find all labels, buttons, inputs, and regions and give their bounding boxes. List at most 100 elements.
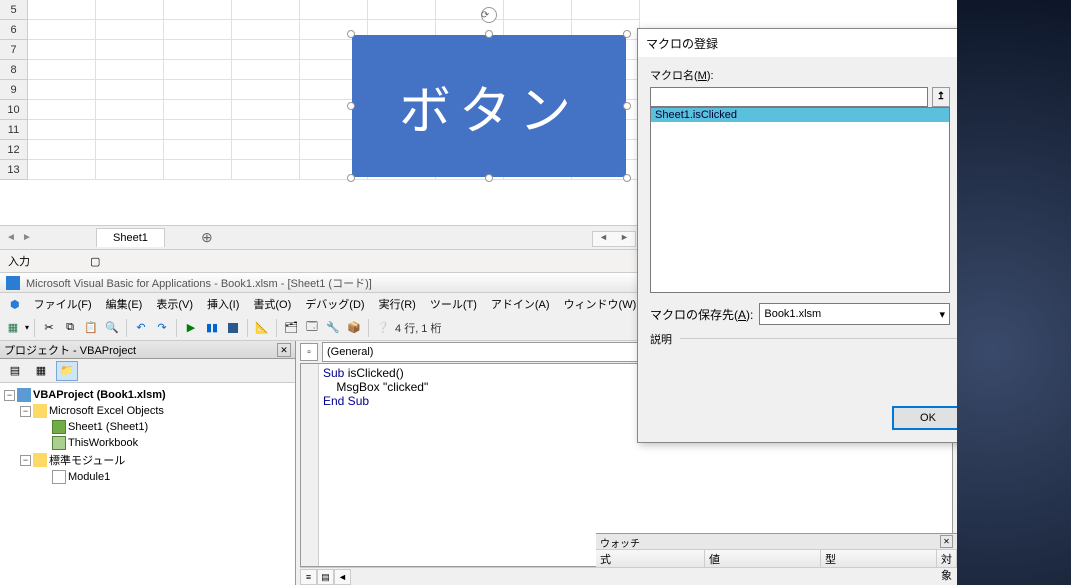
- menu-run[interactable]: 実行(R): [373, 294, 422, 314]
- sheet-tabs-bar: ◄ ► Sheet1 ⊕ ◄►: [0, 225, 640, 249]
- resize-handle[interactable]: [485, 174, 493, 182]
- tree-module1[interactable]: Module1: [68, 471, 110, 483]
- row-header-11[interactable]: 11: [0, 120, 28, 140]
- resize-handle[interactable]: [623, 102, 631, 110]
- add-sheet-button[interactable]: ⊕: [195, 226, 219, 250]
- macro-list-item[interactable]: Sheet1.isClicked: [651, 108, 949, 122]
- mode-label: 入力: [8, 253, 30, 269]
- tree-collapse-icon[interactable]: −: [20, 406, 31, 417]
- object-browser-icon[interactable]: 🔧: [324, 319, 342, 337]
- excel-icon[interactable]: ▦: [4, 319, 22, 337]
- row-header-10[interactable]: 10: [0, 100, 28, 120]
- chevron-down-icon: ▾: [939, 308, 945, 321]
- tree-collapse-icon[interactable]: −: [20, 455, 31, 466]
- scroll-left-icon[interactable]: ◄: [334, 569, 351, 585]
- watch-col-expr[interactable]: 式: [596, 550, 705, 567]
- properties-icon[interactable]: 🗔: [303, 319, 321, 337]
- workbook-icon: [52, 436, 66, 450]
- dialog-title-text: マクロの登録: [646, 35, 718, 52]
- menu-addin[interactable]: アドイン(A): [485, 294, 556, 314]
- toolbox-icon[interactable]: 📦: [345, 319, 363, 337]
- macro-record-icon[interactable]: ▢: [90, 255, 100, 268]
- tree-root[interactable]: VBAProject (Book1.xlsm): [33, 389, 166, 401]
- toggle-folders-icon[interactable]: 📁: [56, 361, 78, 381]
- sheet-tab-sheet1[interactable]: Sheet1: [96, 228, 165, 247]
- undo-icon[interactable]: ↶: [132, 319, 150, 337]
- view-code-icon[interactable]: ▤: [4, 361, 26, 381]
- project-icon: [17, 388, 31, 402]
- menu-insert[interactable]: 挿入(I): [201, 294, 245, 314]
- excel-worksheet: 5 6 7 8 9 10 11 12 13 ボタン ⟳: [0, 0, 640, 245]
- restore-window-icon[interactable]: ▫: [300, 343, 318, 361]
- resize-handle[interactable]: [623, 30, 631, 38]
- code-text[interactable]: Sub isClicked() MsgBox "clicked" End Sub: [323, 366, 428, 408]
- watch-headers: 式 値 型 対象: [596, 550, 957, 568]
- project-tree[interactable]: −VBAProject (Book1.xlsm) −Microsoft Exce…: [0, 383, 295, 585]
- project-close-button[interactable]: ✕: [277, 343, 291, 357]
- macro-name-input[interactable]: [650, 87, 928, 107]
- redo-icon[interactable]: ↷: [153, 319, 171, 337]
- module-icon: [52, 470, 66, 484]
- project-explorer-title: プロジェクト - VBAProject ✕: [0, 341, 295, 359]
- macro-list[interactable]: Sheet1.isClicked: [650, 107, 950, 293]
- watch-col-context[interactable]: 対象: [937, 550, 957, 567]
- paste-icon[interactable]: 📋: [82, 319, 100, 337]
- macro-save-label: マクロの保存先(A):: [650, 306, 753, 323]
- help-icon[interactable]: ❔: [374, 319, 392, 337]
- find-icon[interactable]: 🔍: [103, 319, 121, 337]
- tree-sheet1[interactable]: Sheet1 (Sheet1): [68, 421, 148, 433]
- tab-nav-next-icon[interactable]: ►: [22, 232, 34, 244]
- rotate-handle-icon[interactable]: ⟳: [481, 7, 497, 23]
- watch-close-button[interactable]: ✕: [940, 535, 953, 548]
- watch-col-type[interactable]: 型: [821, 550, 937, 567]
- reference-button[interactable]: ↥: [932, 87, 950, 107]
- row-header-12[interactable]: 12: [0, 140, 28, 160]
- ok-button[interactable]: OK: [892, 406, 964, 430]
- resize-handle[interactable]: [347, 102, 355, 110]
- desktop-background: [957, 0, 1071, 585]
- row-header-13[interactable]: 13: [0, 160, 28, 180]
- design-mode-icon[interactable]: 📐: [253, 319, 271, 337]
- tree-thisworkbook[interactable]: ThisWorkbook: [68, 437, 138, 449]
- row-header-5[interactable]: 5: [0, 0, 28, 20]
- menu-debug[interactable]: デバッグ(D): [299, 294, 370, 314]
- menu-file-icon[interactable]: ⬢: [4, 296, 26, 313]
- resize-handle[interactable]: [485, 30, 493, 38]
- project-explorer-icon[interactable]: 🗂: [282, 319, 300, 337]
- button-shape-text: ボタン: [399, 69, 579, 144]
- vba-app-icon: [6, 276, 20, 290]
- resize-handle[interactable]: [347, 174, 355, 182]
- menu-file[interactable]: ファイル(F): [28, 294, 98, 314]
- menu-window[interactable]: ウィンドウ(W): [558, 294, 643, 314]
- row-header-7[interactable]: 7: [0, 40, 28, 60]
- menu-tools[interactable]: ツール(T): [424, 294, 483, 314]
- menu-view[interactable]: 表示(V): [150, 294, 199, 314]
- folder-icon: [33, 404, 47, 418]
- reset-icon[interactable]: [224, 319, 242, 337]
- break-icon[interactable]: ▮▮: [203, 319, 221, 337]
- copy-icon[interactable]: ⧉: [61, 319, 79, 337]
- hscroll-mini[interactable]: ◄►: [592, 231, 636, 247]
- row-header-8[interactable]: 8: [0, 60, 28, 80]
- resize-handle[interactable]: [347, 30, 355, 38]
- resize-handle[interactable]: [623, 174, 631, 182]
- tree-folder-excel-objects[interactable]: Microsoft Excel Objects: [49, 405, 164, 417]
- watch-col-value[interactable]: 値: [705, 550, 821, 567]
- cut-icon[interactable]: ✂: [40, 319, 58, 337]
- watch-title-text: ウォッチ: [600, 535, 640, 548]
- run-icon[interactable]: ▶: [182, 319, 200, 337]
- row-header-9[interactable]: 9: [0, 80, 28, 100]
- menu-format[interactable]: 書式(O): [247, 294, 297, 314]
- tree-collapse-icon[interactable]: −: [4, 390, 15, 401]
- menu-edit[interactable]: 編集(E): [100, 294, 149, 314]
- sheet-icon: [52, 420, 66, 434]
- row-header-6[interactable]: 6: [0, 20, 28, 40]
- macro-save-combo[interactable]: Book1.xlsm▾: [759, 303, 950, 325]
- view-object-icon[interactable]: ▦: [30, 361, 52, 381]
- tree-folder-modules[interactable]: 標準モジュール: [49, 452, 125, 468]
- button-shape[interactable]: ボタン ⟳: [352, 35, 626, 177]
- tab-nav-prev-icon[interactable]: ◄: [6, 232, 18, 244]
- view-full-module-icon[interactable]: ≡: [300, 569, 317, 585]
- project-toolbar: ▤ ▦ 📁: [0, 359, 295, 383]
- view-procedure-icon[interactable]: ▤: [317, 569, 334, 585]
